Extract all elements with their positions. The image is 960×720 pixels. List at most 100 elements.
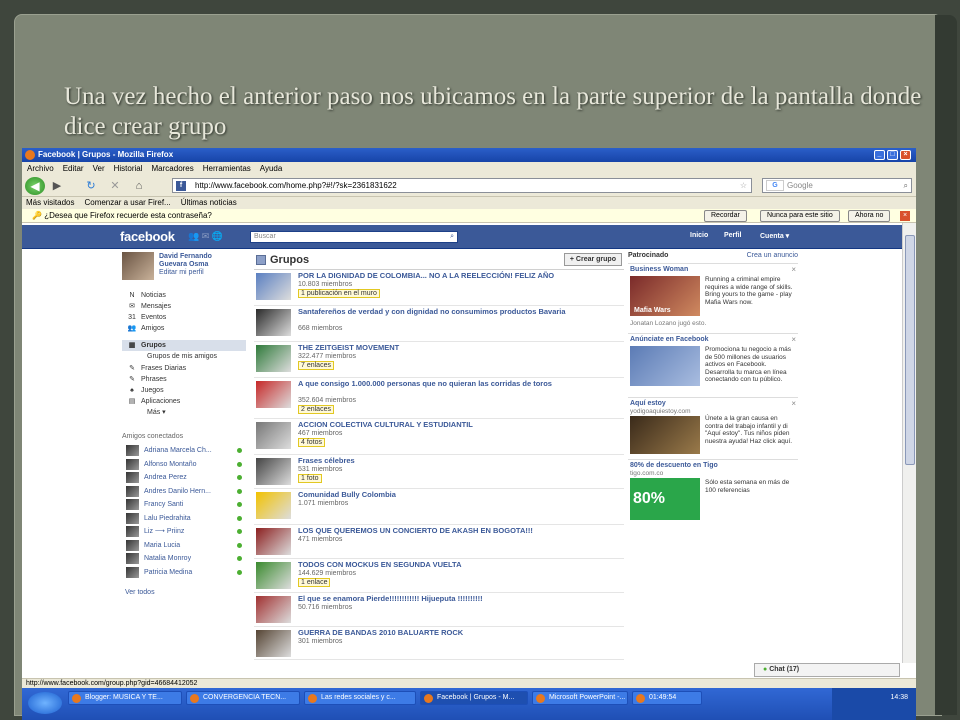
minimize-icon[interactable]: _	[874, 150, 885, 160]
stop-icon[interactable]: ✕	[108, 179, 122, 193]
bookmark-item[interactable]: Más visitados	[26, 198, 74, 207]
chat-bar[interactable]: ● Chat (17)	[754, 663, 900, 677]
taskbar-button[interactable]: Facebook | Grupos - M...	[420, 691, 528, 705]
facebook-logo[interactable]: facebook	[120, 229, 175, 244]
remember-button[interactable]: Recordar	[704, 210, 747, 222]
sidebar-item[interactable]: ▤ Aplicaciones	[122, 396, 246, 407]
taskbar-button[interactable]: Las redes sociales y c...	[304, 691, 416, 705]
group-row[interactable]: El que se enamora Pierde!!!!!!!!!!!! Hij…	[254, 593, 624, 627]
maximize-icon[interactable]: □	[887, 150, 898, 160]
group-thumbnail[interactable]	[256, 562, 291, 589]
menu-item[interactable]: Marcadores	[152, 164, 194, 173]
star-icon[interactable]: ☆	[740, 179, 747, 192]
taskbar-button[interactable]: Microsoft PowerPoint -...	[532, 691, 628, 705]
search-engine-input[interactable]: G Google ⌕	[762, 178, 912, 193]
page-scrollbar[interactable]	[902, 223, 916, 663]
taskbar-button[interactable]: 01:49:54	[632, 691, 702, 705]
group-name[interactable]: GUERRA DE BANDAS 2010 BALUARTE ROCK	[298, 628, 618, 638]
close-bar-icon[interactable]: ×	[900, 211, 910, 221]
ad-aqui-estoy[interactable]: Aquí estoy × yodigoaquiestoy.com Únete a…	[628, 398, 798, 460]
sidebar-item[interactable]: N Noticias	[122, 290, 246, 301]
group-thumbnail[interactable]	[256, 458, 291, 485]
create-group-button[interactable]: + Crear grupo	[563, 253, 622, 266]
group-name[interactable]: Santafereños de verdad y con dignidad no…	[298, 307, 618, 317]
nav-perfil[interactable]: Perfil	[724, 232, 742, 239]
url-bar[interactable]: f http://www.facebook.com/home.php?#!/?s…	[172, 178, 752, 193]
reload-icon[interactable]: ↻	[84, 179, 98, 193]
ad-tigo[interactable]: 80% de descuento en Tigo tigo.com.co 80%…	[628, 460, 798, 528]
bookmark-item[interactable]: Últimas noticias	[181, 198, 237, 207]
online-friend[interactable]: Patricia Medina	[122, 566, 246, 580]
facebook-search-input[interactable]: Buscar ⌕	[250, 231, 458, 243]
close-ad-icon[interactable]: ×	[791, 335, 796, 344]
group-thumbnail[interactable]	[256, 596, 291, 623]
sidebar-item[interactable]: ✎ Phrases	[122, 374, 246, 385]
search-icon[interactable]: ⌕	[450, 232, 454, 242]
menu-item[interactable]: Herramientas	[203, 164, 251, 173]
group-thumbnail[interactable]	[256, 422, 291, 449]
ad-title[interactable]: Anúnciate en Facebook	[630, 336, 709, 343]
group-row[interactable]: ACCION COLECTIVA CULTURAL Y ESTUDIANTIL 4…	[254, 419, 624, 455]
group-row[interactable]: GUERRA DE BANDAS 2010 BALUARTE ROCK 301 m…	[254, 627, 624, 660]
group-name[interactable]: LOS QUE QUEREMOS UN CONCIERTO DE AKASH E…	[298, 526, 618, 536]
ad-title[interactable]: 80% de descuento en Tigo	[630, 462, 718, 469]
sidebar-item[interactable]: 👥 Amigos	[122, 323, 246, 334]
not-now-button[interactable]: Ahora no	[848, 210, 891, 222]
notification-icons[interactable]: 👥 ✉ 🌐	[188, 231, 223, 242]
group-thumbnail[interactable]	[256, 381, 291, 408]
taskbar-button[interactable]: Blogger: MUSICA Y TE...	[68, 691, 182, 705]
group-row[interactable]: TODOS CON MOCKUS EN SEGUNDA VUELTA 144.62…	[254, 559, 624, 593]
ad-title[interactable]: Business Woman	[630, 266, 688, 273]
group-activity-badge[interactable]: 1 publicación en el muro	[298, 289, 380, 298]
scrollbar-thumb[interactable]	[905, 235, 915, 465]
bookmark-item[interactable]: Comenzar a usar Firef...	[84, 198, 170, 207]
menu-item[interactable]: Ayuda	[260, 164, 283, 173]
group-thumbnail[interactable]	[256, 492, 291, 519]
forward-icon[interactable]: ▶	[50, 179, 64, 193]
close-icon[interactable]: ×	[900, 150, 911, 160]
online-friend[interactable]: Natalia Monroy	[122, 552, 246, 566]
online-friend[interactable]: Alfonso Montaño	[122, 458, 246, 472]
advertise-chart-image[interactable]	[630, 346, 700, 386]
sidebar-item[interactable]: Grupos de mis amigos	[122, 351, 246, 362]
back-icon[interactable]: ◀	[25, 177, 45, 195]
group-name[interactable]: ACCION COLECTIVA CULTURAL Y ESTUDIANTIL	[298, 420, 618, 430]
group-name[interactable]: El que se enamora Pierde!!!!!!!!!!!! Hij…	[298, 594, 618, 604]
google-icon[interactable]: G	[766, 180, 784, 191]
never-button[interactable]: Nunca para este sitio	[760, 210, 840, 222]
magnifier-icon[interactable]: ⌕	[904, 179, 908, 192]
tigo-discount-image[interactable]: 80%	[630, 478, 700, 520]
sidebar-item[interactable]: ✎ Frases Diarias	[122, 363, 246, 374]
sidebar-item[interactable]: 31 Eventos	[122, 312, 246, 323]
group-row[interactable]: POR LA DIGNIDAD DE COLOMBIA... NO A LA R…	[254, 270, 624, 306]
group-name[interactable]: A que consigo 1.000.000 personas que no …	[298, 379, 618, 389]
group-activity-badge[interactable]: 2 enlaces	[298, 405, 334, 414]
group-thumbnail[interactable]	[256, 309, 291, 336]
menu-item[interactable]: Historial	[114, 164, 143, 173]
group-activity-badge[interactable]: 1 foto	[298, 474, 322, 483]
group-name[interactable]: TODOS CON MOCKUS EN SEGUNDA VUELTA	[298, 560, 618, 570]
group-name[interactable]: POR LA DIGNIDAD DE COLOMBIA... NO A LA R…	[298, 271, 618, 281]
nav-inicio[interactable]: Inicio	[690, 232, 708, 239]
group-row[interactable]: Comunidad Bully Colombia 1.071 miembros	[254, 489, 624, 525]
nav-cuenta[interactable]: Cuenta ▾	[760, 232, 789, 240]
home-icon[interactable]: ⌂	[132, 179, 146, 193]
menu-item[interactable]: Archivo	[27, 164, 54, 173]
sidebar-item[interactable]: ♠ Juegos	[122, 385, 246, 396]
online-friend[interactable]: Lalu Piedrahita	[122, 512, 246, 526]
online-friend[interactable]: Liz ⟶ Priinz	[122, 525, 246, 539]
profile-name[interactable]: David Fernando Guevara Osma	[159, 253, 212, 269]
online-friend[interactable]: Francy Santi	[122, 498, 246, 512]
group-row[interactable]: Santafereños de verdad y con dignidad no…	[254, 306, 624, 342]
sidebar-item[interactable]: ▦ Grupos	[122, 340, 246, 351]
group-name[interactable]: Comunidad Bully Colombia	[298, 490, 618, 500]
edit-profile-link[interactable]: Editar mi perfil	[159, 269, 204, 276]
start-button[interactable]	[28, 692, 62, 714]
ad-title[interactable]: Aquí estoy	[630, 400, 666, 407]
group-activity-badge[interactable]: 1 enlace	[298, 578, 331, 587]
group-thumbnail[interactable]	[256, 345, 291, 372]
menu-item[interactable]: Editar	[63, 164, 84, 173]
mafia-wars-image[interactable]: Mafia Wars	[630, 276, 700, 316]
group-name[interactable]: Frases célebres	[298, 456, 618, 466]
group-row[interactable]: LOS QUE QUEREMOS UN CONCIERTO DE AKASH E…	[254, 525, 624, 559]
